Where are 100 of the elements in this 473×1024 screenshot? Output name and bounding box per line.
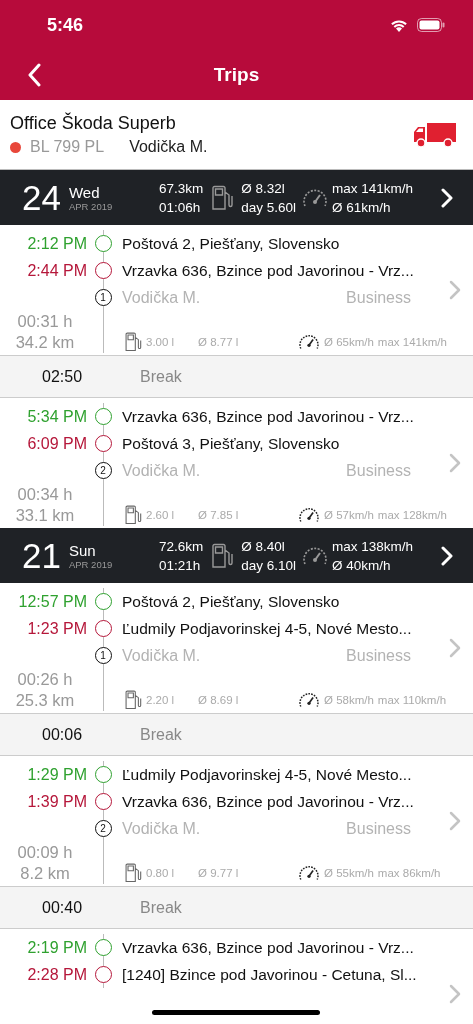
trip-purpose: Business <box>346 461 411 480</box>
wifi-icon <box>389 17 409 33</box>
fuel-pump-icon <box>211 542 234 569</box>
nav-title: Trips <box>213 64 260 86</box>
trip-fuel: 2.60 l <box>146 509 176 521</box>
trip-distance: 25.3 km <box>14 690 76 710</box>
start-address: Poštová 2, Piešťany, Slovensko <box>121 592 341 611</box>
start-time: 12:57 PM <box>17 592 88 611</box>
day-number: 21 <box>22 535 61 576</box>
end-address: [1240] Bzince pod Javorinou - Cetuna, Sl... <box>121 965 418 984</box>
break-label: Break <box>140 898 182 917</box>
weekday: Wed <box>68 183 101 201</box>
trip-max-speed: max 110km/h <box>377 694 447 706</box>
trip-avg-speed: Ø 55km/h <box>324 867 374 879</box>
end-time: 2:28 PM <box>26 965 88 984</box>
trip-max-speed: max 86km/h <box>377 867 441 879</box>
chevron-right-icon <box>449 984 461 1004</box>
trip-duration: 00:26 h <box>16 669 74 689</box>
end-address: Vrzavka 636, Bzince pod Javorinou - Vrz... <box>121 261 415 280</box>
start-address: Vrzavka 636, Bzince pod Javorinou - Vrz... <box>121 938 415 957</box>
day-avg-speed: Ø 40km/h <box>332 556 392 575</box>
trip-number: 1 <box>94 647 112 664</box>
end-circle-icon <box>94 620 112 637</box>
fuel-pump-icon <box>211 184 234 211</box>
trip-driver: Vodička M. <box>122 646 201 665</box>
day-duration: 01:21h <box>158 556 202 575</box>
trip-duration: 00:34 h <box>16 484 74 504</box>
end-circle-icon <box>94 262 112 279</box>
end-address: Vrzavka 636, Bzince pod Javorinou - Vrz... <box>121 792 415 811</box>
day-consumption: day 6.10l <box>241 556 296 575</box>
trip-duration: 00:31 h <box>16 311 74 331</box>
day-consumption: day 5.60l <box>241 198 296 217</box>
trip-avg-speed: Ø 58km/h <box>324 694 374 706</box>
day-avg-speed: Ø 61km/h <box>332 198 392 217</box>
day-duration: 01:06h <box>158 198 202 217</box>
chevron-right-icon <box>441 187 453 208</box>
speedometer-icon <box>298 691 320 709</box>
trip-number: 2 <box>94 462 112 479</box>
status-dot <box>10 141 21 153</box>
month-year: APR 2019 <box>68 200 114 212</box>
end-time: 6:09 PM <box>26 434 88 453</box>
trip-row[interactable]: 2:19 PM Vrzavka 636, Bzince pod Javorinou - Vrz... 2:28 PM [1240] Bzince pod Javorinou - Cetuna, Sl... <box>0 929 473 1024</box>
fuel-pump-icon <box>124 332 142 352</box>
trip-fuel: 3.00 l <box>146 336 176 348</box>
end-time: 2:44 PM <box>26 261 88 280</box>
fuel-pump-icon <box>124 863 142 883</box>
start-address: Poštová 2, Piešťany, Slovensko <box>121 234 341 253</box>
trip-distance: 33.1 km <box>14 505 76 525</box>
end-circle-icon <box>94 793 112 810</box>
trip-driver: Vodička M. <box>122 461 201 480</box>
trip-purpose: Business <box>346 646 411 665</box>
break-label: Break <box>140 725 182 744</box>
license-plate: BL 799 PL <box>30 138 105 156</box>
start-time: 2:12 PM <box>26 234 88 253</box>
start-circle-icon <box>94 235 112 252</box>
truck-icon <box>413 121 457 148</box>
start-address: Vrzavka 636, Bzince pod Javorinou - Vrz... <box>121 407 415 426</box>
end-circle-icon <box>94 966 112 983</box>
start-time: 5:34 PM <box>26 407 88 426</box>
trip-avg-speed: Ø 57km/h <box>324 509 374 521</box>
trip-number: 1 <box>94 289 112 306</box>
day-max-speed: max 138km/h <box>332 537 414 556</box>
month-year: APR 2019 <box>68 558 114 570</box>
end-address: Ľudmily Podjavorinskej 4-5, Nové Mesto... <box>121 619 413 638</box>
weekday: Sun <box>68 541 97 559</box>
trip-purpose: Business <box>346 819 411 838</box>
day-number: 24 <box>22 177 61 218</box>
speedometer-icon <box>298 864 320 882</box>
fuel-pump-icon <box>124 505 142 525</box>
trip-distance: 8.2 km <box>19 863 71 883</box>
speedometer-icon <box>298 333 320 351</box>
break-duration: 00:06 <box>41 725 84 744</box>
chevron-right-icon <box>441 545 453 566</box>
start-circle-icon <box>94 593 112 610</box>
back-icon[interactable] <box>27 63 41 87</box>
end-circle-icon <box>94 435 112 452</box>
end-address: Poštová 3, Piešťany, Slovensko <box>121 434 341 453</box>
start-time: 1:29 PM <box>26 765 88 784</box>
status-time: 5:46 <box>47 14 84 36</box>
end-time: 1:39 PM <box>26 792 88 811</box>
day-distance: 67.3km <box>158 179 204 198</box>
day-max-speed: max 141km/h <box>332 179 414 198</box>
trip-distance: 34.2 km <box>14 332 76 352</box>
start-circle-icon <box>94 939 112 956</box>
chevron-right-icon <box>449 811 461 831</box>
trip-max-speed: max 141km/h <box>377 336 447 348</box>
start-circle-icon <box>94 408 112 425</box>
start-time: 2:19 PM <box>26 938 88 957</box>
battery-icon <box>417 18 445 32</box>
speedometer-icon <box>298 506 320 524</box>
trip-number: 2 <box>94 820 112 837</box>
chevron-right-icon <box>449 280 461 300</box>
vehicle-name: Office Škoda Superb <box>10 113 177 134</box>
trip-purpose: Business <box>346 288 411 307</box>
break-duration: 02:50 <box>41 367 84 386</box>
fuel-pump-icon <box>124 690 142 710</box>
day-avg-consumption: Ø 8.32l <box>241 179 286 198</box>
trip-driver: Vodička M. <box>122 288 201 307</box>
break-duration: 00:40 <box>41 898 84 917</box>
break-label: Break <box>140 367 182 386</box>
